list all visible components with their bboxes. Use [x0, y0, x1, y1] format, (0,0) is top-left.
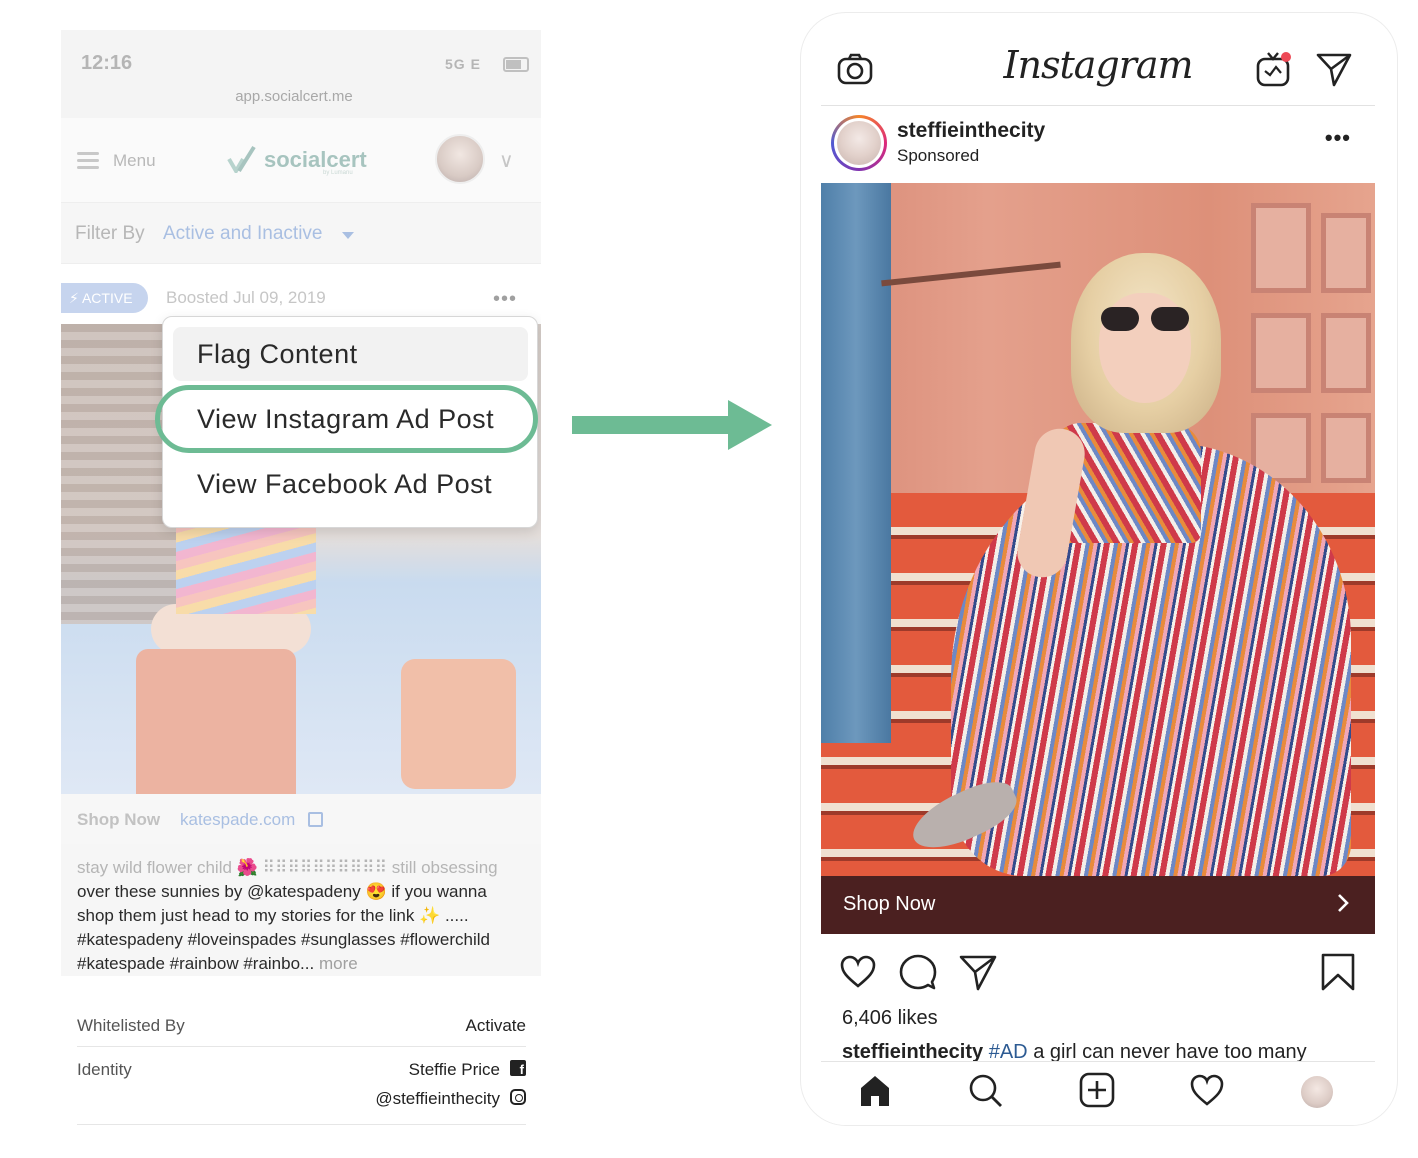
identity-name: Steffie Price	[408, 1060, 500, 1079]
caret-down-icon[interactable]	[342, 232, 354, 239]
bottom-tab-bar	[821, 1061, 1375, 1125]
menu-label[interactable]: Menu	[113, 151, 156, 171]
arrow-right-icon	[572, 400, 772, 450]
caption-username[interactable]: steffieinthecity	[842, 1041, 983, 1061]
like-count[interactable]: 6,406 likes	[842, 1007, 938, 1030]
status-time: 12:16	[81, 52, 133, 74]
instagram-header: Instagram	[821, 33, 1375, 106]
post-options-menu: Flag Content View Instagram Ad Post View…	[162, 316, 538, 528]
comment-icon[interactable]	[899, 953, 937, 991]
menu-item-view-instagram-ad[interactable]: View Instagram Ad Post	[173, 392, 528, 446]
filter-dropdown[interactable]: Active and Inactive	[163, 223, 322, 245]
menu-item-flag-content[interactable]: Flag Content	[173, 327, 528, 381]
divider	[77, 1124, 526, 1125]
identity-row: Identity Steffie Price f @steffieintheci…	[77, 1060, 526, 1126]
post-actions	[821, 949, 1375, 999]
filter-bar: Filter By Active and Inactive	[61, 203, 541, 264]
shop-now-label: Shop Now	[77, 810, 161, 829]
sponsored-label: Sponsored	[897, 146, 980, 165]
shop-row: Shop Now katespade.com	[61, 794, 541, 844]
status-badge: ⚡︎ ACTIVE	[61, 283, 148, 313]
identity-handle: @steffieinthecity	[375, 1089, 500, 1108]
more-options-icon[interactable]: •••	[493, 288, 517, 311]
bookmark-icon[interactable]	[1319, 953, 1357, 991]
direct-message-icon[interactable]	[1316, 51, 1352, 87]
battery-icon	[503, 57, 529, 72]
share-icon[interactable]	[959, 953, 997, 991]
new-post-icon[interactable]	[1079, 1072, 1115, 1108]
boosted-date: Boosted Jul 09, 2019	[166, 288, 326, 307]
top-nav: Menu socialcert by Lumanu ∨	[61, 118, 541, 203]
caption-hashtag[interactable]: #AD	[989, 1041, 1028, 1061]
post-caption: stay wild flower child 🌺 ⠿⠿⠿⠿⠿⠿⠿⠿⠿⠿ stil…	[61, 844, 541, 976]
activity-heart-icon[interactable]	[1189, 1072, 1225, 1108]
status-badge-label: ACTIVE	[81, 290, 133, 306]
shop-now-button[interactable]: Shop Now	[843, 893, 935, 916]
instagram-icon[interactable]	[510, 1089, 526, 1105]
menu-item-view-facebook-ad[interactable]: View Facebook Ad Post	[173, 457, 528, 511]
whitelisted-label: Whitelisted By	[77, 1016, 185, 1035]
caption-body: a girl can never have too many	[1033, 1041, 1307, 1061]
chevron-down-icon[interactable]: ∨	[499, 148, 514, 173]
facebook-icon[interactable]: f	[510, 1060, 526, 1077]
profile-avatar[interactable]	[1301, 1076, 1333, 1108]
filter-label: Filter By	[75, 223, 145, 244]
whitelisted-row: Whitelisted By Activate	[77, 1002, 526, 1047]
address-bar-url[interactable]: app.socialcert.me	[61, 88, 527, 105]
external-link-icon[interactable]	[308, 812, 323, 827]
post-options-icon[interactable]: •••	[1325, 125, 1351, 151]
heart-icon[interactable]	[839, 953, 877, 991]
user-avatar[interactable]	[435, 134, 485, 184]
post-header: steffieinthecity Sponsored •••	[821, 105, 1375, 183]
caption-more-link[interactable]: more	[319, 954, 358, 973]
status-bar: 12:16 5G E app.socialcert.me	[61, 30, 541, 118]
socialcert-app-screen: 12:16 5G E app.socialcert.me Menu social…	[61, 30, 541, 1132]
shop-link[interactable]: katespade.com	[180, 810, 295, 830]
chevron-right-icon[interactable]	[1333, 893, 1353, 913]
post-username[interactable]: steffieinthecity	[897, 119, 1045, 143]
hamburger-menu-icon[interactable]	[77, 152, 99, 169]
ad-post-image[interactable]	[821, 183, 1375, 876]
caption-faded-text: stay wild flower child 🌺 ⠿⠿⠿⠿⠿⠿⠿⠿⠿⠿ stil…	[77, 858, 498, 877]
brand-sub: by Lumanu	[323, 170, 353, 176]
post-caption-line: steffieinthecity #AD a girl can never ha…	[842, 1041, 1362, 1061]
activate-button[interactable]: Activate	[466, 1016, 526, 1036]
search-icon[interactable]	[967, 1072, 1003, 1108]
caption-text: over these sunnies by @katespadeny 😍 if …	[77, 882, 490, 973]
lightning-icon: ⚡︎	[69, 290, 79, 306]
shop-now-bar[interactable]: Shop Now	[821, 876, 1375, 934]
network-indicator: 5G E	[445, 56, 481, 72]
home-icon[interactable]	[857, 1072, 893, 1108]
socialcert-logo-icon	[227, 145, 256, 173]
igtv-icon[interactable]	[1256, 51, 1292, 87]
story-ring-avatar[interactable]	[831, 115, 887, 171]
identity-label: Identity	[77, 1060, 132, 1079]
instagram-screen: Instagram steffieinthecity Sponsored •••	[800, 12, 1398, 1126]
